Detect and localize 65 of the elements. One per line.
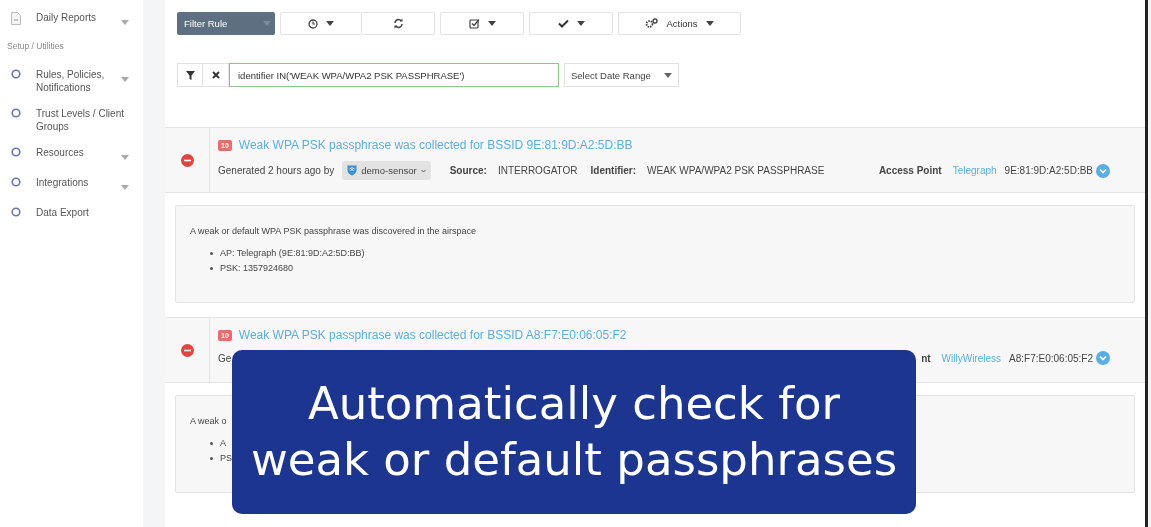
caret-icon — [121, 77, 129, 82]
wifi-shield-icon — [347, 165, 358, 176]
chevron-icon — [420, 168, 426, 173]
sensor-tag[interactable]: demo-sensor — [342, 161, 431, 180]
caret-icon — [121, 155, 129, 160]
expand-icon[interactable] — [1096, 163, 1110, 178]
refresh-button[interactable] — [362, 12, 435, 35]
remove-icon[interactable] — [180, 343, 194, 357]
identifier-label: Identifier: — [590, 165, 637, 176]
refresh-icon — [392, 18, 404, 29]
sidebar-item[interactable]: Data Export — [36, 206, 129, 219]
checkbox-icon — [468, 18, 480, 29]
sidebar-item[interactable]: Daily Reports — [36, 11, 121, 24]
mac-address: A8:F7:E0:06:05:F2 — [1009, 352, 1093, 364]
caption-line: weak or default passphrases — [250, 432, 898, 488]
clock-icon — [308, 18, 318, 29]
source-label: Source: — [449, 165, 487, 176]
checkbox-button[interactable] — [440, 12, 524, 35]
filter-rule-button[interactable]: Filter Rule — [177, 12, 275, 35]
generated-text: Ge — [218, 352, 232, 364]
caret-icon — [263, 21, 271, 26]
actions-button[interactable]: Actions — [618, 12, 741, 35]
sidebar-item[interactable]: Resources — [36, 146, 121, 159]
detail-item: A — [220, 437, 226, 450]
identifier-value: WEAK WPA/WPA2 PSK PASSPHRASE — [647, 165, 825, 176]
circle-icon — [11, 177, 21, 187]
caret-icon — [121, 20, 129, 25]
alert-description: A weak o — [190, 416, 228, 426]
check-icon — [557, 19, 569, 28]
alert-description: A weak or default WPA PSK passphrase was discovered in the airspace — [190, 226, 477, 236]
expand-icon[interactable] — [1096, 351, 1110, 365]
generated-text: Generated 2 hours ago by — [218, 165, 335, 176]
check-button[interactable] — [529, 12, 613, 35]
detail-item: PS — [220, 452, 232, 465]
sidebar-item[interactable]: Rules, Policies, Notifications — [36, 68, 121, 94]
filter-field[interactable]: identifier IN('WEAK WPA/WPA2 PSK PASSPHRASE') — [229, 63, 559, 87]
sidebar-item[interactable]: Trust Levels / Client Groups — [36, 107, 129, 133]
clock-button[interactable] — [280, 12, 362, 35]
clear-button[interactable] — [203, 63, 229, 87]
caret-icon — [487, 21, 496, 26]
caret-icon — [576, 21, 585, 26]
circle-icon — [11, 147, 21, 157]
access-point-label: nt — [921, 352, 931, 364]
circle-icon — [11, 207, 21, 217]
mac-address: 9E:81:9D:A2:5D:BB — [1004, 165, 1093, 176]
caption-line: Automatically check for — [307, 376, 841, 432]
section-heading: Setup / Utilities — [6, 41, 65, 51]
circle-icon — [11, 69, 21, 79]
source-value: INTERROGATOR — [497, 165, 578, 176]
filter-icon — [185, 70, 195, 80]
close-icon — [211, 71, 220, 79]
date-range-dropdown[interactable]: Select Date Range — [564, 63, 679, 87]
sidebar-item[interactable]: Integrations — [36, 176, 121, 189]
filter-button[interactable] — [177, 63, 203, 87]
caret-icon — [121, 185, 129, 190]
circle-icon — [11, 108, 21, 118]
caret-icon — [705, 21, 714, 26]
gears-icon — [645, 18, 659, 29]
document-icon — [11, 12, 21, 25]
detail-item: AP: Telegraph (9E:81:9D:A2:5D:BB) — [220, 247, 365, 260]
access-point-label: Access Point — [878, 165, 942, 176]
caret-icon — [664, 72, 672, 78]
detail-item: PSK: 1357924680 — [220, 262, 294, 275]
caret-icon — [326, 21, 334, 26]
remove-icon[interactable] — [180, 153, 194, 167]
